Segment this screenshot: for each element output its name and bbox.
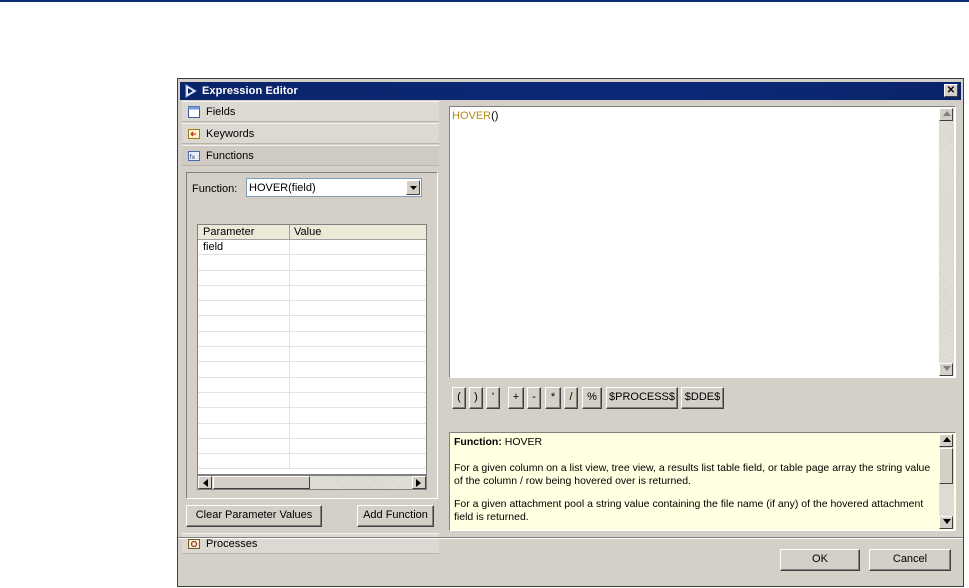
accordion-functions-label: Functions (206, 150, 254, 162)
multiply-button[interactable]: * (545, 387, 561, 409)
parameter-grid[interactable]: Parameter Value field (197, 224, 427, 475)
scroll-left-icon[interactable] (198, 476, 212, 489)
table-row[interactable]: field (198, 240, 426, 256)
cell-separator (289, 270, 290, 285)
close-paren-button[interactable]: ) (469, 387, 483, 409)
horizontal-scrollbar[interactable] (197, 475, 427, 490)
svg-text:fx: fx (190, 154, 196, 161)
expression-keyword: HOVER (452, 110, 492, 122)
help-title-value: HOVER (504, 436, 543, 448)
help-paragraph-1: For a given column on a list view, tree … (454, 462, 931, 487)
accordion-fields-label: Fields (206, 106, 236, 118)
minus-button[interactable]: - (527, 387, 541, 409)
dde-button[interactable]: $DDE$ (681, 387, 724, 409)
expression-text: HOVER() (452, 110, 498, 122)
window-title: Expression Editor (202, 85, 298, 97)
percent-button[interactable]: % (582, 387, 602, 409)
help-paragraph-2: For a given attachment pool a string val… (454, 498, 924, 523)
cell-separator (289, 301, 290, 316)
ok-button[interactable]: OK (780, 549, 860, 571)
cell-separator (289, 362, 290, 377)
cell-separator (289, 285, 290, 301)
cell-separator (289, 423, 290, 438)
chevron-down-icon[interactable] (406, 180, 420, 195)
cell-separator (289, 316, 290, 331)
plus-button[interactable]: + (508, 387, 524, 409)
process-button[interactable]: $PROCESS$ (606, 387, 678, 409)
function-help-panel: Function: HOVER For a given column on a … (449, 432, 956, 531)
editor-vertical-scrollbar[interactable] (939, 108, 954, 376)
scroll-up-icon[interactable] (939, 434, 953, 447)
empty-row (198, 270, 426, 286)
scroll-thumb[interactable] (939, 448, 953, 484)
empty-row (198, 301, 426, 317)
cell-separator (289, 240, 290, 255)
accordion-functions[interactable]: fx Functions (182, 145, 439, 166)
divide-button[interactable]: / (564, 387, 578, 409)
empty-row (198, 408, 426, 424)
function-select[interactable]: HOVER(field) (246, 178, 422, 197)
cell-separator (289, 408, 290, 423)
column-header-value[interactable]: Value (294, 226, 321, 238)
empty-row (198, 454, 426, 470)
scroll-right-icon[interactable] (412, 476, 426, 489)
column-separator (289, 225, 290, 240)
help-vertical-scrollbar[interactable] (939, 434, 954, 529)
fields-icon (188, 106, 200, 118)
accordion-processes-label: Processes (206, 538, 258, 550)
cancel-button[interactable]: Cancel (869, 549, 951, 571)
empty-row (198, 362, 426, 378)
clear-parameter-values-button[interactable]: Clear Parameter Values (186, 505, 322, 527)
cell-separator (289, 377, 290, 392)
expression-parens: () (491, 110, 499, 122)
cell-separator (289, 331, 290, 347)
scroll-down-icon[interactable] (939, 363, 953, 376)
expression-editor-icon (184, 84, 198, 98)
expression-editor-dialog: Expression Editor ✕ Fields Keywords fx F… (177, 78, 964, 587)
help-title-prefix: Function: (454, 436, 502, 448)
cell-separator (289, 454, 290, 469)
empty-row (198, 255, 426, 271)
function-label: Function: (192, 183, 238, 195)
accordion-keywords[interactable]: Keywords (182, 123, 439, 144)
close-button[interactable]: ✕ (944, 84, 958, 97)
cell-separator (289, 347, 290, 362)
cell-separator (289, 438, 290, 454)
empty-row (198, 285, 426, 302)
functions-panel: Function: HOVER(field) Parameter Value f… (186, 172, 438, 499)
grid-header: Parameter Value (198, 225, 426, 240)
cell-separator (289, 393, 290, 408)
cell-separator (289, 255, 290, 270)
empty-row (198, 377, 426, 393)
keywords-icon (188, 128, 200, 140)
empty-row (198, 423, 426, 439)
processes-icon (188, 538, 200, 550)
title-bar[interactable]: Expression Editor ✕ (180, 82, 961, 100)
scroll-up-icon[interactable] (939, 108, 953, 121)
empty-row (198, 316, 426, 332)
function-select-value: HOVER(field) (249, 182, 316, 194)
empty-row (198, 331, 426, 348)
expression-textarea[interactable]: HOVER() (449, 106, 956, 378)
empty-row (198, 438, 426, 455)
accordion-fields[interactable]: Fields (182, 101, 439, 122)
add-function-button[interactable]: Add Function (357, 505, 434, 527)
accordion-keywords-label: Keywords (206, 128, 255, 140)
parameter-cell: field (203, 241, 224, 253)
column-header-parameter[interactable]: Parameter (203, 226, 254, 238)
left-accordion: Fields Keywords fx Functions Function: H… (182, 101, 439, 554)
help-title: Function: HOVER (454, 436, 934, 449)
page-top-rule (0, 0, 969, 2)
empty-row (198, 393, 426, 409)
open-paren-button[interactable]: ( (452, 387, 466, 409)
scroll-down-icon[interactable] (939, 516, 953, 529)
functions-icon: fx (188, 150, 200, 162)
empty-row (198, 347, 426, 363)
footer-divider (178, 537, 963, 539)
quote-button[interactable]: ' (486, 387, 500, 409)
scroll-thumb[interactable] (213, 476, 310, 489)
